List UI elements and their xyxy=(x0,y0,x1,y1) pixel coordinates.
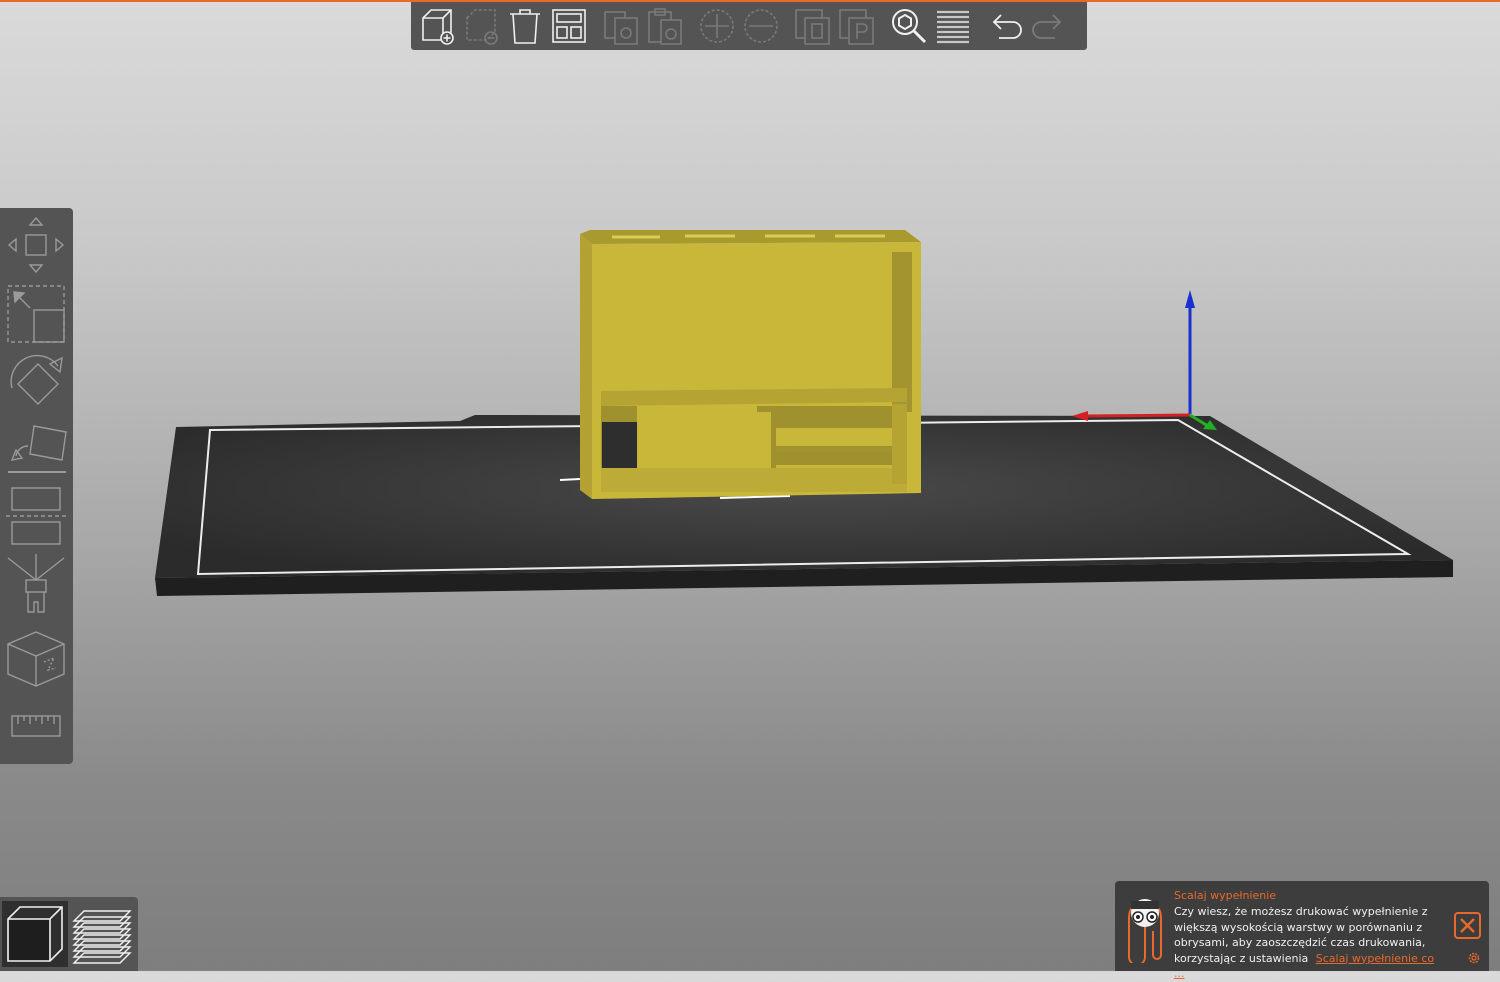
undo-icon xyxy=(992,14,1022,39)
paste-button[interactable] xyxy=(643,4,687,48)
search-button[interactable] xyxy=(887,4,931,48)
hint-mascot-icon xyxy=(1128,899,1162,963)
gear-icon[interactable] xyxy=(1467,951,1481,965)
delete-object-icon xyxy=(466,9,498,45)
cut-icon xyxy=(6,487,66,545)
scale-icon xyxy=(7,285,65,343)
delete-all-button[interactable] xyxy=(503,4,547,48)
hint-body: Czy wiesz, że możesz drukować wypełnieni… xyxy=(1174,904,1442,982)
hint-title: Scalaj wypełnienie xyxy=(1174,889,1277,902)
hint-notification: Scalaj wypełnienie Czy wiesz, że możesz … xyxy=(1115,881,1489,980)
split-to-parts-button[interactable] xyxy=(835,4,879,48)
add-instance-button[interactable] xyxy=(695,4,739,48)
3d-view-icon xyxy=(7,906,63,962)
undo-button[interactable] xyxy=(983,4,1027,48)
place-on-face-tool-button[interactable] xyxy=(4,416,68,480)
view-switch xyxy=(0,897,138,971)
paint-supports-tool-button[interactable] xyxy=(4,552,68,616)
measure-tool-button[interactable] xyxy=(4,694,68,758)
paint-supports-icon xyxy=(7,554,65,613)
seam-painting-tool-button[interactable] xyxy=(4,628,68,692)
split-to-objects-button[interactable] xyxy=(791,4,835,48)
remove-instance-icon xyxy=(744,9,778,43)
preview-button[interactable] xyxy=(68,901,134,967)
scale-tool-button[interactable] xyxy=(4,280,68,344)
paste-icon xyxy=(648,8,682,45)
add-object-icon xyxy=(422,9,454,45)
copy-icon xyxy=(604,11,638,45)
cut-tool-button[interactable] xyxy=(4,484,68,548)
split-to-objects-icon xyxy=(795,9,830,45)
delete-all-icon xyxy=(510,9,540,44)
place-on-face-icon xyxy=(8,425,67,473)
layers-editing-icon xyxy=(937,10,969,44)
add-instance-icon xyxy=(700,9,734,43)
left-toolbar xyxy=(0,208,73,764)
seam-painting-icon xyxy=(7,631,65,687)
delete-object-button[interactable] xyxy=(459,4,503,48)
layers-editing-button[interactable] xyxy=(931,4,975,48)
copy-button[interactable] xyxy=(599,4,643,48)
redo-icon xyxy=(1032,14,1062,39)
3d-scene-canvas[interactable] xyxy=(0,0,1500,971)
search-icon xyxy=(892,9,927,44)
top-toolbar xyxy=(411,2,1087,50)
3d-model[interactable] xyxy=(580,230,921,499)
preview-icon xyxy=(72,910,132,964)
axes-gizmo xyxy=(1072,290,1217,430)
measure-icon xyxy=(11,715,61,737)
arrange-icon xyxy=(552,9,586,43)
move-tool-button[interactable] xyxy=(4,212,68,276)
add-object-button[interactable] xyxy=(415,4,459,48)
move-icon xyxy=(7,216,65,274)
rotate-tool-button[interactable] xyxy=(4,348,68,412)
remove-instance-button[interactable] xyxy=(739,4,783,48)
3d-view-button[interactable] xyxy=(2,901,68,967)
split-to-parts-icon xyxy=(839,9,874,45)
rotate-icon xyxy=(10,354,63,405)
arrange-button[interactable] xyxy=(547,4,591,48)
redo-button[interactable] xyxy=(1027,4,1071,48)
close-icon[interactable] xyxy=(1454,912,1481,939)
